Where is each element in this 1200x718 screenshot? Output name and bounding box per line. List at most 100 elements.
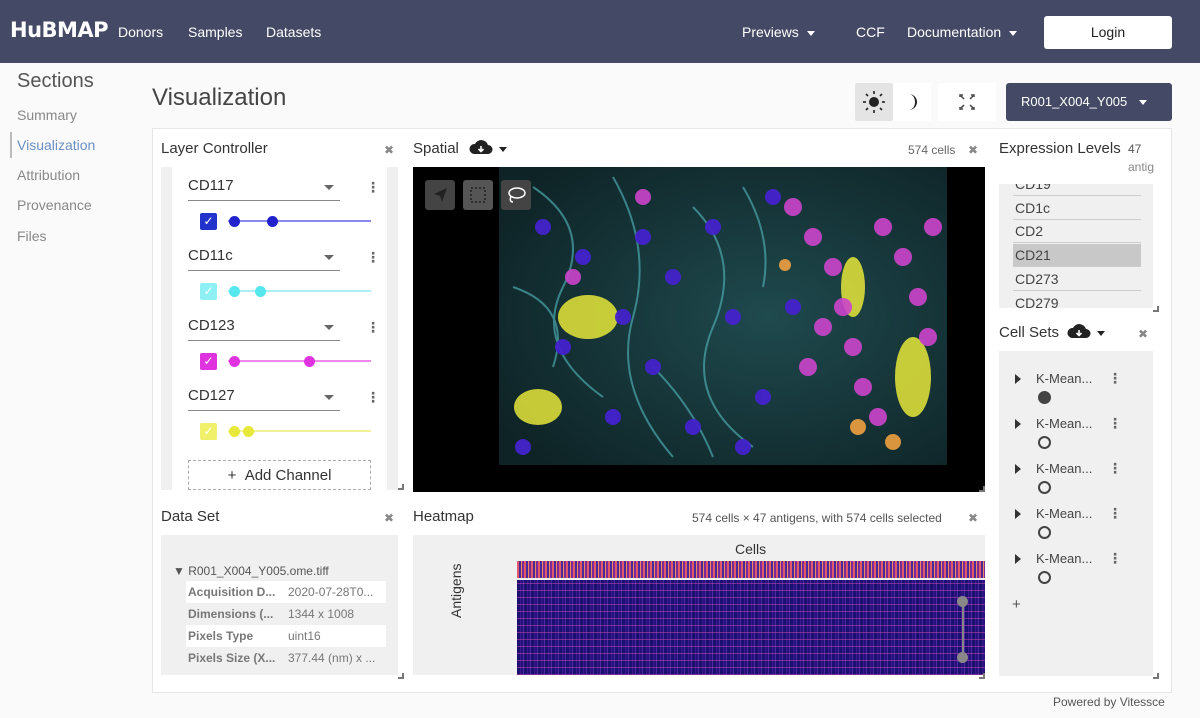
add-channel-button[interactable]: + Add Channel xyxy=(188,460,371,490)
slider-handle[interactable] xyxy=(304,356,315,367)
powered-by[interactable]: Powered by Vitessce xyxy=(1053,695,1165,709)
cell-set-color-icon[interactable] xyxy=(1038,481,1051,494)
nav-samples[interactable]: Samples xyxy=(188,24,242,40)
resize-handle[interactable] xyxy=(398,673,404,679)
scroll-handle[interactable] xyxy=(957,652,968,663)
light-theme-button[interactable] xyxy=(855,83,893,121)
close-icon[interactable]: ✖ xyxy=(968,143,978,157)
login-button[interactable]: Login xyxy=(1044,16,1172,49)
cloud-download-icon[interactable] xyxy=(468,138,514,158)
resize-handle[interactable] xyxy=(1153,673,1159,679)
expand-arrow-icon[interactable] xyxy=(1015,374,1021,384)
lasso-select-button[interactable] xyxy=(501,180,531,210)
slider-handle[interactable] xyxy=(255,286,266,297)
rectangle-select-button[interactable] xyxy=(463,180,493,210)
cloud-download-icon[interactable] xyxy=(1066,322,1112,342)
slider-handle[interactable] xyxy=(267,216,278,227)
channel-select[interactable]: CD11c xyxy=(188,247,340,271)
cell-set-label[interactable]: K-Mean... xyxy=(1036,461,1092,476)
channel-slider[interactable] xyxy=(228,290,371,292)
more-options-icon[interactable]: ⋮ xyxy=(366,179,380,196)
more-options-icon[interactable]: ⋮ xyxy=(366,389,380,406)
gene-list-scroll[interactable]: CD19 CD1c CD2 CD21 CD273 CD279 xyxy=(999,184,1153,308)
scroll-handle[interactable] xyxy=(957,596,968,607)
spatial-view[interactable] xyxy=(413,167,985,492)
close-icon[interactable]: ✖ xyxy=(384,143,394,157)
more-options-icon[interactable]: ⋮ xyxy=(1108,505,1122,522)
more-options-icon[interactable]: ⋮ xyxy=(366,249,380,266)
more-options-icon[interactable]: ⋮ xyxy=(1108,460,1122,477)
more-options-icon[interactable]: ⋮ xyxy=(1108,415,1122,432)
resize-handle[interactable] xyxy=(979,673,985,679)
channel-checkbox[interactable]: ✓ xyxy=(200,353,217,370)
heatmap-title: Heatmap xyxy=(413,508,474,525)
sidebar-item-attribution[interactable]: Attribution xyxy=(17,167,80,183)
file-tree-item[interactable]: ▼ R001_X004_Y005.ome.tiff xyxy=(173,564,329,578)
add-cell-set-button[interactable]: + xyxy=(1012,596,1021,613)
slider-handle[interactable] xyxy=(229,286,240,297)
nav-donors[interactable]: Donors xyxy=(118,24,163,40)
spatial-title: Spatial xyxy=(413,140,459,157)
cell-set-color-icon[interactable] xyxy=(1038,571,1051,584)
slider-handle[interactable] xyxy=(229,426,240,437)
pan-tool-button[interactable] xyxy=(425,180,455,210)
cell-set-color-icon[interactable] xyxy=(1038,391,1051,404)
gene-item-selected[interactable]: CD21 xyxy=(1013,244,1141,267)
sidebar-item-summary[interactable]: Summary xyxy=(17,107,77,123)
sun-icon xyxy=(863,91,885,113)
gene-item[interactable]: CD19 xyxy=(1013,184,1141,196)
close-icon[interactable]: ✖ xyxy=(968,511,978,525)
slider-handle[interactable] xyxy=(229,356,240,367)
gene-item[interactable]: CD273 xyxy=(1013,268,1141,291)
channel-checkbox[interactable]: ✓ xyxy=(200,423,217,440)
tissue-image xyxy=(499,167,947,465)
slider-handle[interactable] xyxy=(229,216,240,227)
heatmap-matrix[interactable] xyxy=(517,580,985,675)
fullscreen-button[interactable] xyxy=(938,83,996,121)
channel-select[interactable]: CD117 xyxy=(188,177,340,201)
slider-handle[interactable] xyxy=(243,426,254,437)
close-icon[interactable]: ✖ xyxy=(384,511,394,525)
gene-item[interactable]: CD1c xyxy=(1013,197,1141,220)
cell-set-color-icon[interactable] xyxy=(1038,526,1051,539)
nav-datasets[interactable]: Datasets xyxy=(266,24,321,40)
channel-slider[interactable] xyxy=(228,360,371,362)
expand-arrow-icon[interactable] xyxy=(1015,554,1021,564)
expression-levels-title: Expression Levels xyxy=(999,140,1121,157)
sidebar-item-provenance[interactable]: Provenance xyxy=(17,197,92,213)
nav-previews[interactable]: Previews xyxy=(742,24,815,40)
sidebar-item-files[interactable]: Files xyxy=(17,228,47,244)
heatmap-scrollbar[interactable] xyxy=(962,598,964,658)
resize-handle[interactable] xyxy=(979,486,985,492)
sidebar-item-visualization[interactable]: Visualization xyxy=(10,132,95,158)
channel-slider[interactable] xyxy=(228,220,371,222)
channel-checkbox[interactable]: ✓ xyxy=(200,213,217,230)
dataset-select-button[interactable]: R001_X004_Y005 xyxy=(1006,83,1172,121)
close-icon[interactable]: ✖ xyxy=(1138,327,1148,341)
meta-key: Dimensions (... xyxy=(188,607,274,621)
nav-ccf[interactable]: CCF xyxy=(856,24,885,40)
expand-arrow-icon[interactable] xyxy=(1015,509,1021,519)
cell-set-label[interactable]: K-Mean... xyxy=(1036,416,1092,431)
cell-set-color-icon[interactable] xyxy=(1038,436,1051,449)
heatmap-summary: 574 cells × 47 antigens, with 574 cells … xyxy=(692,511,942,525)
cell-set-label[interactable]: K-Mean... xyxy=(1036,551,1092,566)
channel-select[interactable]: CD127 xyxy=(188,387,340,411)
nav-documentation[interactable]: Documentation xyxy=(907,24,1018,40)
channel-checkbox[interactable]: ✓ xyxy=(200,283,217,300)
gene-item[interactable]: CD2 xyxy=(1013,220,1141,243)
expand-arrow-icon[interactable] xyxy=(1015,419,1021,429)
expand-arrow-icon[interactable] xyxy=(1015,464,1021,474)
cell-set-label[interactable]: K-Mean... xyxy=(1036,371,1092,386)
resize-handle[interactable] xyxy=(1153,306,1159,312)
dark-theme-button[interactable] xyxy=(893,83,931,121)
more-options-icon[interactable]: ⋮ xyxy=(1108,550,1122,567)
cell-set-label[interactable]: K-Mean... xyxy=(1036,506,1092,521)
more-options-icon[interactable]: ⋮ xyxy=(1108,370,1122,387)
channel-select[interactable]: CD123 xyxy=(188,317,340,341)
resize-handle[interactable] xyxy=(398,484,404,490)
chevron-down-icon xyxy=(1139,100,1148,106)
more-options-icon[interactable]: ⋮ xyxy=(366,319,380,336)
gene-item[interactable]: CD279 xyxy=(1013,292,1141,308)
hubmap-logo[interactable]: HuBMAP xyxy=(10,18,109,42)
